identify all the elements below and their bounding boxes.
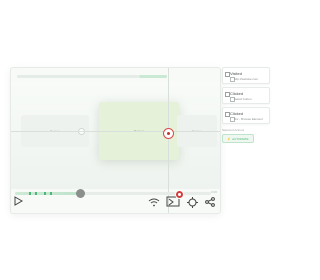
playback-timestamp: 0:00 <box>211 190 217 194</box>
signal-icon[interactable] <box>148 196 160 208</box>
section-label: Selected Actions <box>222 128 245 132</box>
page-canvas: Button Button Button <box>11 82 220 189</box>
steps-panel: Visited http://website.com Clicked Selec… <box>222 67 270 147</box>
target-icon[interactable] <box>186 196 198 208</box>
timeline-marker <box>44 192 47 195</box>
timeline-marker <box>34 192 37 195</box>
step-detail: http://website.com <box>234 77 259 81</box>
step-detail: Select button <box>234 97 252 101</box>
automate-button[interactable]: ⚡ AUTOMATE <box>222 134 254 143</box>
crosshair-horizontal <box>11 131 220 132</box>
lightning-icon: ⚡ <box>227 136 232 141</box>
play-icon[interactable] <box>12 195 24 207</box>
timeline-progress <box>15 192 80 195</box>
title-placeholder <box>17 75 139 78</box>
click-target-icon[interactable] <box>163 128 174 139</box>
recording-editor: Button Button Button 0:00 <box>10 67 221 214</box>
step-detail: Div - Browse Element <box>234 117 263 121</box>
timeline-marker <box>28 192 31 195</box>
timeline-scrubber[interactable] <box>75 189 85 198</box>
record-button[interactable] <box>175 190 184 199</box>
step-title: Visited <box>230 71 242 76</box>
step-title: Clicked <box>230 91 244 96</box>
step-item[interactable]: Visited http://website.com <box>222 67 270 84</box>
step-title: Clicked <box>230 111 244 116</box>
title-accent <box>139 75 167 78</box>
automate-label: AUTOMATE <box>232 136 249 141</box>
step-item[interactable]: Clicked Div - Browse Element <box>222 107 270 124</box>
step-item[interactable]: Clicked Select button <box>222 87 270 104</box>
timeline-marker <box>50 192 53 195</box>
share-icon[interactable] <box>204 196 216 208</box>
